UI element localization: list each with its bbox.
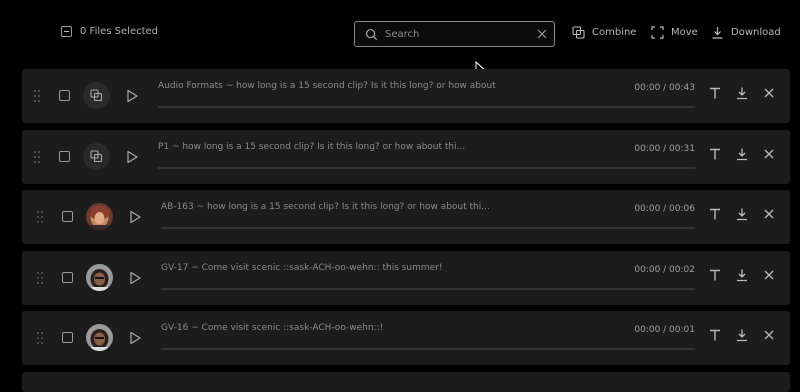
select-all-checkbox[interactable] (61, 26, 72, 37)
move-button[interactable]: Move (651, 26, 698, 39)
close-icon[interactable] (762, 147, 776, 161)
combine-icon (572, 26, 585, 39)
transcript-icon[interactable] (708, 207, 722, 221)
clip-time: 00:00 / 00:02 (634, 265, 695, 275)
combine-thumbnail-icon (83, 82, 110, 109)
transcript-icon[interactable] (708, 147, 722, 161)
transcript-icon[interactable] (708, 328, 722, 342)
clip-title: P1 ~ how long is a 15 second clip? Is it… (158, 142, 466, 152)
clip-time: 00:00 / 00:06 (634, 204, 695, 214)
drag-handle-icon[interactable] (37, 211, 45, 223)
drag-handle-icon[interactable] (37, 272, 45, 284)
download-button[interactable]: Download (711, 26, 781, 39)
download-icon[interactable] (735, 86, 749, 100)
close-icon[interactable] (762, 328, 776, 342)
close-icon[interactable] (762, 86, 776, 100)
play-icon[interactable] (128, 331, 142, 345)
clip-time: 00:00 / 00:31 (634, 144, 695, 154)
clip-title: AB-163 ~ how long is a 15 second clip? I… (161, 202, 490, 212)
search-box[interactable] (354, 21, 555, 47)
download-icon[interactable] (735, 268, 749, 282)
row-checkbox[interactable] (59, 151, 70, 162)
progress-bar[interactable] (158, 167, 695, 169)
combine-thumbnail-icon (83, 143, 110, 170)
play-icon[interactable] (128, 210, 142, 224)
clip-row[interactable]: GV-16 ~ Come visit scenic ::sask-ACH-oo-… (22, 311, 790, 365)
progress-bar[interactable] (158, 106, 695, 108)
download-icon[interactable] (735, 147, 749, 161)
clip-title: Audio Formats ~ how long is a 15 second … (158, 81, 498, 91)
clip-row[interactable]: Audio Formats ~ how long is a 15 second … (22, 69, 790, 123)
clip-time: 00:00 / 00:01 (634, 325, 695, 335)
play-icon[interactable] (125, 89, 139, 103)
drag-handle-icon[interactable] (34, 90, 42, 102)
clip-title: GV-16 ~ Come visit scenic ::sask-ACH-oo-… (161, 323, 384, 333)
progress-bar[interactable] (161, 227, 695, 229)
avatar (86, 264, 113, 291)
clip-row[interactable]: GV-17 ~ Come visit scenic ::sask-ACH-oo-… (22, 251, 790, 305)
avatar (86, 203, 113, 230)
selected-count-label: 0 Files Selected (80, 26, 159, 37)
move-label: Move (671, 27, 698, 38)
clip-row[interactable]: AB-163 ~ how long is a 15 second clip? I… (22, 190, 790, 244)
drag-handle-icon[interactable] (37, 332, 45, 344)
close-icon[interactable] (762, 268, 776, 282)
avatar (86, 324, 113, 351)
combine-label: Combine (592, 27, 637, 38)
drag-handle-icon[interactable] (34, 151, 42, 163)
download-icon[interactable] (735, 328, 749, 342)
download-label: Download (731, 27, 781, 38)
progress-bar[interactable] (161, 348, 695, 350)
clip-row[interactable] (22, 372, 790, 392)
transcript-icon[interactable] (708, 86, 722, 100)
row-checkbox[interactable] (62, 211, 73, 222)
clip-time: 00:00 / 00:43 (634, 83, 695, 93)
download-icon[interactable] (735, 207, 749, 221)
toolbar: 0 Files Selected Combine Move Download (0, 0, 800, 78)
row-checkbox[interactable] (62, 272, 73, 283)
transcript-icon[interactable] (708, 268, 722, 282)
search-icon (365, 27, 379, 41)
clear-search-icon[interactable] (536, 28, 548, 40)
play-icon[interactable] (125, 150, 139, 164)
progress-bar[interactable] (161, 288, 695, 290)
download-icon (712, 27, 723, 39)
move-icon (651, 26, 664, 39)
row-checkbox[interactable] (62, 332, 73, 343)
select-all[interactable]: 0 Files Selected (61, 26, 158, 37)
row-checkbox[interactable] (59, 90, 70, 101)
search-input[interactable] (385, 28, 535, 40)
close-icon[interactable] (762, 207, 776, 221)
play-icon[interactable] (128, 271, 142, 285)
clip-title: GV-17 ~ Come visit scenic ::sask-ACH-oo-… (161, 263, 443, 273)
clip-row[interactable]: P1 ~ how long is a 15 second clip? Is it… (22, 130, 790, 184)
combine-button[interactable]: Combine (572, 26, 636, 39)
